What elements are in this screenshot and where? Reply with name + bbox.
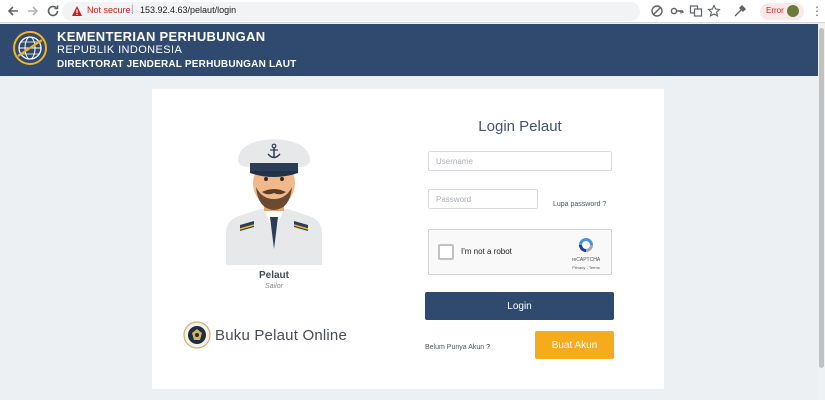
- eyedropper-icon[interactable]: [733, 4, 747, 18]
- captcha-checkbox[interactable]: [438, 244, 454, 260]
- avatar: [787, 5, 799, 17]
- brand-title: Buku Pelaut Online: [215, 327, 348, 344]
- directorate-title: DIREKTORAT JENDERAL PERHUBUNGAN LAUT: [57, 59, 297, 70]
- captcha-brand: reCAPTCHA: [571, 257, 601, 263]
- password-input[interactable]: [428, 189, 538, 209]
- country-title: REPUBLIK INDONESIA: [57, 44, 183, 56]
- url-text: 153.92.4.63/pelaut/login: [140, 5, 237, 15]
- ministry-logo-icon: [13, 31, 47, 65]
- no-account-label: Belum Punya Akun ?: [425, 344, 490, 351]
- username-input[interactable]: [428, 151, 612, 171]
- login-button[interactable]: Login: [425, 292, 614, 320]
- translate-icon[interactable]: [689, 4, 703, 18]
- warning-triangle-icon: [72, 6, 82, 16]
- profile-name: Pelaut: [258, 270, 289, 281]
- scrollbar[interactable]: [818, 24, 825, 400]
- error-label: Error: [766, 6, 784, 15]
- security-status: Not secure: [87, 5, 131, 15]
- url-separator: |: [131, 4, 134, 15]
- browser-toolbar: Not secure | 153.92.4.63/pelaut/login Er…: [0, 0, 825, 23]
- form-title: Login Pelaut: [478, 118, 562, 135]
- cookie-icon[interactable]: [650, 4, 664, 18]
- captcha-links[interactable]: Privacy - Terms: [565, 265, 607, 270]
- back-arrow-icon[interactable]: [5, 3, 21, 19]
- ministry-title: KEMENTERIAN PERHUBUNGAN: [57, 29, 266, 44]
- site-header: KEMENTERIAN PERHUBUNGAN REPUBLIK INDONES…: [0, 24, 818, 76]
- forgot-password-link[interactable]: Lupa password ?: [553, 201, 606, 208]
- profile-subtitle: Sailor: [265, 283, 283, 290]
- forward-arrow-icon[interactable]: [25, 3, 41, 19]
- address-bar[interactable]: Not secure | 153.92.4.63/pelaut/login: [62, 2, 640, 21]
- reload-icon[interactable]: [45, 3, 61, 19]
- key-icon[interactable]: [670, 4, 684, 18]
- kebab-menu-icon[interactable]: ⋮: [811, 3, 823, 19]
- captcha-label: I'm not a robot: [461, 247, 512, 256]
- sailor-avatar-icon: [226, 139, 322, 265]
- scrollbar-thumb[interactable]: [819, 28, 824, 368]
- maritime-emblem-icon: [183, 321, 211, 349]
- star-icon[interactable]: [707, 4, 721, 18]
- register-button[interactable]: Buat Akun: [535, 331, 614, 359]
- login-card: Pelaut Sailor Buku Pelaut Online Login P…: [152, 89, 664, 389]
- recaptcha-widget: I'm not a robot reCAPTCHA Privacy - Term…: [428, 229, 612, 275]
- recaptcha-logo-icon: [579, 238, 593, 252]
